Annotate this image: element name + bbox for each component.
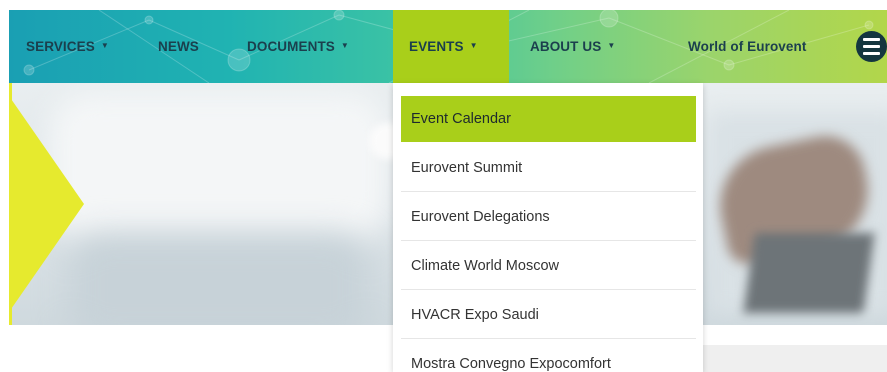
dropdown-item-hvacr-expo-saudi[interactable]: HVACR Expo Saudi <box>401 291 696 339</box>
nav-services[interactable]: SERVICES ▼ <box>26 10 109 83</box>
dropdown-item-label: Eurovent Summit <box>411 159 523 176</box>
nav-documents[interactable]: DOCUMENTS ▼ <box>247 10 349 83</box>
content-panel <box>700 345 887 372</box>
nav-about-us-label: ABOUT US <box>530 39 602 54</box>
dropdown-item-climate-world-moscow[interactable]: Climate World Moscow <box>401 242 696 290</box>
dropdown-item-event-calendar[interactable]: Event Calendar <box>401 96 696 142</box>
dropdown-item-eurovent-delegations[interactable]: Eurovent Delegations <box>401 193 696 241</box>
dropdown-item-label: Event Calendar <box>411 111 511 127</box>
banner-chevron-shape <box>9 83 84 325</box>
caret-down-icon: ▼ <box>607 41 616 50</box>
nav-services-label: SERVICES <box>26 39 95 54</box>
dropdown-item-mostra-convegno-expocomfort[interactable]: Mostra Convegno Expocomfort <box>401 340 696 372</box>
nav-events[interactable]: EVENTS ▼ <box>393 10 509 83</box>
nav-documents-label: DOCUMENTS <box>247 39 335 54</box>
nav-news-label: NEWS <box>158 39 199 54</box>
hamburger-icon[interactable] <box>856 31 887 62</box>
nav-world-of-eurovent-label: World of Eurovent <box>688 39 807 54</box>
dropdown-item-eurovent-summit[interactable]: Eurovent Summit <box>401 144 696 192</box>
dropdown-item-label: HVACR Expo Saudi <box>411 306 539 323</box>
caret-down-icon: ▼ <box>100 41 109 50</box>
dropdown-item-label: Eurovent Delegations <box>411 208 550 225</box>
nav-events-label: EVENTS <box>409 39 464 54</box>
dropdown-item-label: Climate World Moscow <box>411 257 559 274</box>
main-navbar: SERVICES ▼ NEWS DOCUMENTS ▼ EVENTS ▼ ABO… <box>9 10 887 83</box>
caret-down-icon: ▼ <box>340 41 349 50</box>
nav-about-us[interactable]: ABOUT US ▼ <box>530 10 615 83</box>
caret-down-icon: ▼ <box>469 41 478 50</box>
nav-world-of-eurovent[interactable]: World of Eurovent <box>688 10 806 83</box>
nav-news[interactable]: NEWS <box>158 10 199 83</box>
events-dropdown-menu: Event Calendar Eurovent Summit Eurovent … <box>393 83 703 372</box>
dropdown-item-label: Mostra Convegno Expocomfort <box>411 356 611 372</box>
